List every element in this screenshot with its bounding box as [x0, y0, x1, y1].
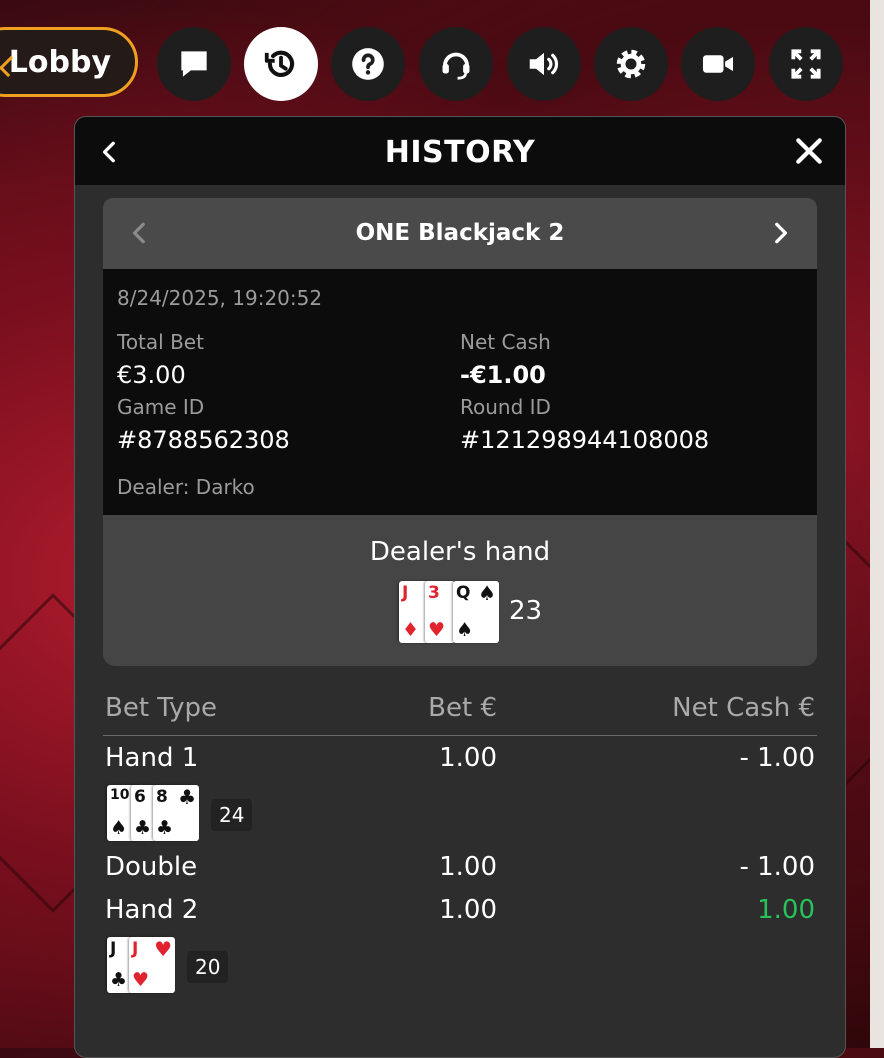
bet-amount: 1.00	[439, 743, 497, 773]
panel-title: HISTORY	[384, 135, 536, 170]
card-suit: ♥	[428, 619, 446, 641]
card-suit: ♥	[154, 937, 172, 961]
card-rank: J	[110, 939, 117, 959]
net-cash: - 1.00	[739, 743, 815, 773]
history-panel: HISTORY ONE Blackjack 2 8/24/2025, 19:20…	[74, 116, 846, 1058]
card-rank: Q	[456, 583, 471, 603]
card-suit: ♠	[110, 817, 128, 839]
card-rank: 10	[110, 787, 130, 803]
round-info: 8/24/2025, 19:20:52 Total Bet €3.00 Net …	[103, 269, 817, 515]
game-id-value: #8788562308	[117, 426, 290, 454]
history-icon	[264, 50, 295, 77]
card-suit: ♣	[156, 817, 174, 839]
card-suit: ♠	[456, 619, 474, 641]
net-cash-label: Net Cash	[460, 330, 551, 354]
card-suit: ♠	[478, 581, 496, 605]
history-button[interactable]	[244, 27, 318, 101]
dealer-hand-title: Dealer's hand	[369, 537, 551, 567]
card-rank: 3	[428, 583, 440, 603]
playing-card: 8 ♣ ♣	[153, 785, 199, 841]
close-icon[interactable]	[793, 135, 825, 167]
game-id-label: Game ID	[117, 395, 205, 419]
bet-type: Double	[105, 852, 198, 882]
playing-card: 3 ♥	[425, 581, 455, 643]
fullscreen-button[interactable]	[769, 27, 843, 101]
net-cash: - 1.00	[739, 852, 815, 882]
help-button[interactable]	[331, 27, 405, 101]
panel-header: HISTORY	[75, 117, 845, 185]
game-navigator: ONE Blackjack 2	[103, 198, 817, 269]
settings-button[interactable]	[594, 27, 668, 101]
playing-card: J ♥ ♥	[129, 937, 175, 993]
round-id-value: #121298944108008	[460, 426, 710, 454]
hand1-score: 24	[211, 799, 253, 831]
help-icon	[352, 48, 384, 80]
card-suit: ♦	[402, 619, 420, 641]
header-bet: Bet €	[428, 693, 497, 723]
headset-icon	[442, 52, 470, 80]
bet-amount: 1.00	[439, 852, 497, 882]
chat-icon	[181, 51, 207, 77]
bet-amount: 1.00	[439, 895, 497, 925]
header-divider	[103, 735, 817, 736]
card-suit: ♥	[132, 969, 150, 991]
dealer-name: Dealer: Darko	[117, 475, 255, 499]
fullscreen-icon	[791, 49, 821, 79]
round-id-label: Round ID	[460, 395, 551, 419]
card-suit: ♣	[178, 785, 196, 809]
bet-type: Hand 2	[105, 895, 199, 925]
card-suit: ♣	[110, 969, 128, 991]
next-game-icon[interactable]	[767, 220, 793, 246]
playing-card: Q ♠ ♠	[453, 581, 499, 643]
game-name: ONE Blackjack 2	[355, 220, 565, 246]
net-cash: 1.00	[757, 895, 815, 925]
card-rank: 8	[156, 787, 168, 807]
gear-icon	[616, 49, 646, 79]
table-row: Double 1.00 - 1.00	[103, 852, 817, 888]
video-camera-icon	[702, 55, 734, 73]
header-net-cash: Net Cash €	[672, 693, 815, 723]
lobby-button[interactable]: Lobby	[0, 27, 138, 97]
volume-icon	[529, 52, 559, 76]
dealer-hand-section: Dealer's hand J ♦ 3 ♥ Q ♠ ♠ 23	[103, 515, 817, 666]
lobby-label: Lobby	[8, 44, 111, 80]
round-datetime: 8/24/2025, 19:20:52	[117, 286, 323, 310]
card-rank: 6	[134, 787, 146, 807]
dealer-score: 23	[509, 596, 543, 626]
background-strip	[870, 0, 884, 1048]
card-rank: J	[132, 939, 139, 959]
total-bet-value: €3.00	[117, 361, 186, 389]
total-bet-label: Total Bet	[117, 330, 204, 354]
support-button[interactable]	[419, 27, 493, 101]
video-button[interactable]	[681, 27, 755, 101]
card-suit: ♣	[134, 817, 152, 839]
net-cash-value: -€1.00	[460, 361, 546, 389]
card-rank: J	[402, 583, 409, 603]
bet-type: Hand 1	[105, 743, 199, 773]
table-row: Hand 1 1.00 - 1.00	[103, 743, 817, 779]
chat-button[interactable]	[157, 27, 231, 101]
hand2-score: 20	[187, 951, 229, 983]
table-row: Hand 2 1.00 1.00	[103, 895, 817, 931]
header-bet-type: Bet Type	[105, 693, 218, 723]
volume-button[interactable]	[507, 27, 581, 101]
